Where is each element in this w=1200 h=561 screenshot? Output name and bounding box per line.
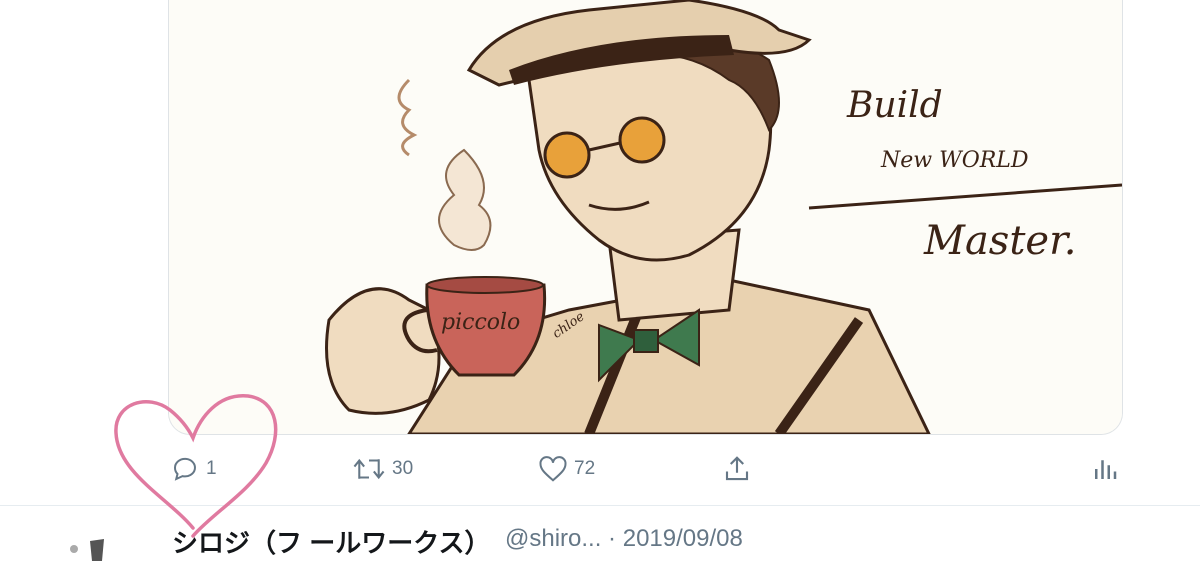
tweet-divider (0, 505, 1200, 506)
avatar[interactable] (60, 521, 120, 561)
reply-button[interactable]: 1 (170, 454, 217, 484)
like-count: 72 (574, 458, 596, 479)
next-tweet-author-name[interactable]: シロジ（フ ールワークス） (172, 523, 490, 560)
handwriting-build: Build (847, 85, 943, 126)
tweet-media-image[interactable]: piccolo Build New WORLD Master. chloe (168, 0, 1123, 435)
share-icon (725, 456, 749, 481)
analytics-button[interactable] (1092, 454, 1118, 484)
tweet-action-bar: 1 30 72 (0, 440, 1200, 500)
retweet-icon (353, 458, 385, 480)
heart-icon (539, 456, 567, 482)
next-tweet-handle[interactable]: @shiro... · 2019/09/08 (505, 525, 743, 553)
retweet-count: 30 (392, 458, 414, 479)
handwriting-new-world: New WORLD (881, 148, 1029, 173)
reply-icon (173, 457, 196, 481)
like-button[interactable]: 72 (538, 454, 595, 484)
cup-label: piccolo (441, 310, 521, 335)
reply-count: 1 (206, 458, 217, 479)
share-button[interactable] (722, 454, 752, 484)
handwriting-master: Master. (924, 218, 1077, 264)
retweet-button[interactable]: 30 (352, 454, 413, 484)
analytics-icon (1095, 460, 1117, 479)
next-tweet-header[interactable]: シロジ（フ ールワークス） @shiro... · 2019/09/08 (60, 517, 1200, 561)
illustration-drawing (169, 0, 1122, 434)
